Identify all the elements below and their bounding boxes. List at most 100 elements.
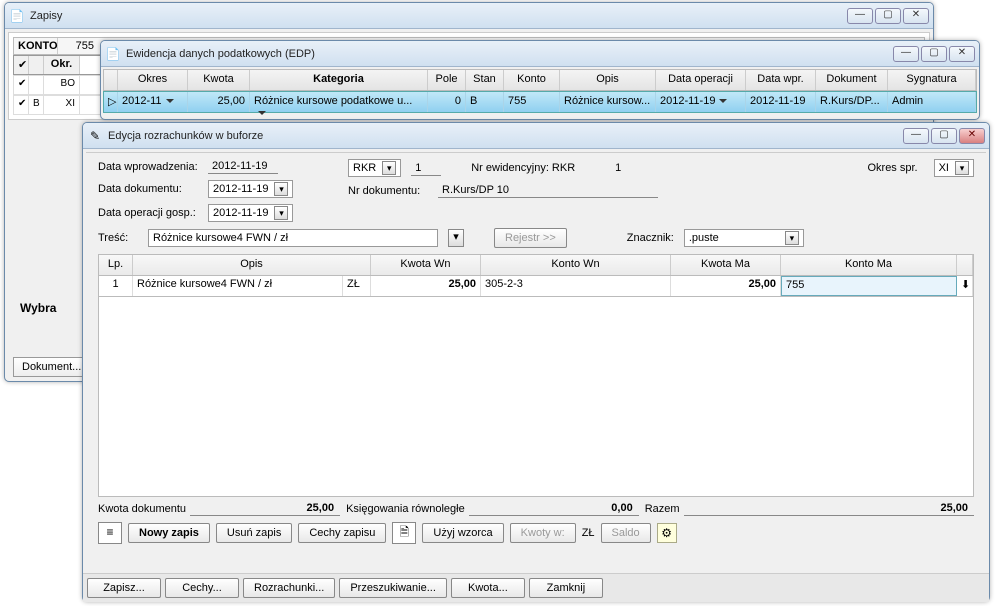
znacznik-label: Znacznik:	[627, 232, 674, 244]
rkr-combo[interactable]: RKR▾	[348, 159, 401, 177]
col-pole[interactable]: Pole	[428, 70, 466, 90]
col-stan[interactable]: Stan	[466, 70, 504, 90]
col-opis[interactable]: Opis	[133, 255, 371, 275]
data-dok-label: Data dokumentu:	[98, 183, 208, 195]
col-kwota-wn[interactable]: Kwota Wn	[371, 255, 481, 275]
rejestr-button[interactable]: Rejestr >>	[494, 228, 567, 248]
maximize-button[interactable]: ▢	[875, 8, 901, 24]
zapisz-button[interactable]: Zapisz...	[87, 578, 161, 598]
wybra-label: Wybra	[20, 301, 56, 315]
col-data-wpr[interactable]: Data wpr.	[746, 70, 816, 90]
close-button[interactable]: ✕	[959, 128, 985, 144]
chevron-down-icon[interactable]: ▾	[955, 161, 969, 175]
uzyj-wzorca-button[interactable]: Użyj wzorca	[422, 523, 503, 543]
edp-title: Ewidencja danych podatkowych (EDP)	[126, 48, 893, 60]
col-check[interactable]: ✔	[14, 56, 29, 74]
maximize-button[interactable]: ▢	[931, 128, 957, 144]
nr-dok-label: Nr dokumentu:	[348, 185, 428, 197]
okres-spr-combo[interactable]: XI▾	[934, 159, 974, 177]
col-data-op[interactable]: Data operacji	[656, 70, 746, 90]
chevron-down-icon[interactable]: ▾	[382, 161, 396, 175]
data-dok-combo[interactable]: 2012-11-19▾	[208, 180, 293, 198]
kwoty-w-button[interactable]: Kwoty w:	[510, 523, 576, 543]
menu-icon[interactable]: ≡	[98, 522, 122, 544]
minimize-button[interactable]: —	[847, 8, 873, 24]
konto-value: 755	[58, 38, 98, 54]
razem-label: Razem	[645, 503, 680, 515]
doc-icon[interactable]: 🗎	[392, 522, 416, 544]
chevron-down-icon[interactable]: ▾	[274, 206, 288, 220]
close-button[interactable]: ✕	[903, 8, 929, 24]
edp-data-row[interactable]: ▷ 2012-11 25,00 Różnice kursowe podatkow…	[103, 91, 977, 113]
dropdown-arrow-icon[interactable]	[258, 111, 266, 115]
erb-toolbar: ≡ Nowy zapis Usuń zapis Cechy zapisu 🗎 U…	[98, 522, 974, 544]
col-opis[interactable]: Opis	[560, 70, 656, 90]
cechy-button[interactable]: Cechy...	[165, 578, 239, 598]
usun-zapis-button[interactable]: Usuń zapis	[216, 523, 292, 543]
erb-bottom-bar: Zapisz... Cechy... Rozrachunki... Przesz…	[83, 573, 989, 602]
okres-spr-label: Okres spr.	[867, 162, 917, 174]
data-op-combo[interactable]: 2012-11-19▾	[208, 204, 293, 222]
col-dokument[interactable]: Dokument	[816, 70, 888, 90]
row-arrow-icon[interactable]: ⬇	[957, 276, 973, 296]
chevron-down-icon[interactable]: ▾	[785, 231, 799, 245]
przeszukiwanie-button[interactable]: Przeszukiwanie...	[339, 578, 447, 598]
nowy-zapis-button[interactable]: Nowy zapis	[128, 523, 210, 543]
cechy-zapisu-button[interactable]: Cechy zapisu	[298, 523, 386, 543]
col-konto[interactable]: Konto	[504, 70, 560, 90]
erb-window: ✎ Edycja rozrachunków w buforze — ▢ ✕ Da…	[82, 122, 990, 602]
window-icon: 📄	[105, 46, 121, 62]
maximize-button[interactable]: ▢	[921, 46, 947, 62]
saldo-button[interactable]: Saldo	[601, 523, 651, 543]
tresc-input[interactable]: Różnice kursowe4 FWN / zł	[148, 229, 438, 247]
chevron-down-icon[interactable]: ▾	[448, 229, 464, 247]
data-wpr-value: 2012-11-19	[208, 159, 278, 174]
kwota-button[interactable]: Kwota...	[451, 578, 525, 598]
data-op-label: Data operacji gosp.:	[98, 207, 208, 219]
pencil-icon: ✎	[87, 128, 103, 144]
edp-table-header: Okres Kwota Kategoria Pole Stan Konto Op…	[103, 69, 977, 91]
col-kategoria[interactable]: Kategoria	[250, 70, 428, 90]
nr-ew-num: 1	[615, 162, 621, 174]
rozrachunki-button[interactable]: Rozrachunki...	[243, 578, 335, 598]
col-kwota-ma[interactable]: Kwota Ma	[671, 255, 781, 275]
close-button[interactable]: ✕	[949, 46, 975, 62]
kwota-dok-label: Kwota dokumentu	[98, 503, 186, 515]
dropdown-arrow-icon[interactable]	[719, 99, 727, 103]
dropdown-arrow-icon[interactable]	[166, 99, 174, 103]
gear-icon[interactable]: ⚙	[657, 523, 677, 543]
window-icon: 📄	[9, 8, 25, 24]
col-konto-ma[interactable]: Konto Ma	[781, 255, 957, 275]
grid-data-row[interactable]: 1 Różnice kursowe4 FWN / zł ZŁ 25,00 305…	[98, 276, 974, 297]
zamknij-button[interactable]: Zamknij	[529, 578, 603, 598]
col-okr[interactable]: Okr.	[44, 56, 80, 74]
chevron-down-icon[interactable]: ▾	[274, 182, 288, 196]
zapisy-titlebar[interactable]: 📄 Zapisy — ▢ ✕	[5, 3, 933, 29]
ksieg-label: Księgowania równoległe	[346, 503, 465, 515]
col-konto-wn[interactable]: Konto Wn	[481, 255, 671, 275]
kwota-dok-value: 25,00	[190, 501, 340, 516]
razem-value: 25,00	[684, 501, 974, 516]
dokument-button[interactable]: Dokument...	[13, 357, 90, 377]
erb-titlebar[interactable]: ✎ Edycja rozrachunków w buforze — ▢ ✕	[83, 123, 989, 149]
col-kwota[interactable]: Kwota	[188, 70, 250, 90]
zl-label: ZŁ	[582, 527, 595, 539]
col-okres[interactable]: Okres	[118, 70, 188, 90]
data-wpr-label: Data wprowadzenia:	[98, 161, 208, 173]
nr-ew-label: Nr ewidencyjny: RKR	[471, 162, 575, 174]
erb-title: Edycja rozrachunków w buforze	[108, 130, 903, 142]
edp-window: 📄 Ewidencja danych podatkowych (EDP) — ▢…	[100, 40, 980, 120]
footer-totals: Kwota dokumentu 25,00 Księgowania równol…	[98, 501, 974, 516]
minimize-button[interactable]: —	[903, 128, 929, 144]
nr-dok-value: R.Kurs/DP 10	[438, 183, 658, 198]
znacznik-combo[interactable]: .puste▾	[684, 229, 804, 247]
zapisy-title: Zapisy	[30, 10, 847, 22]
konto-ma-cell-editing[interactable]: 755	[781, 276, 957, 296]
col-lp[interactable]: Lp.	[99, 255, 133, 275]
minimize-button[interactable]: —	[893, 46, 919, 62]
edp-titlebar[interactable]: 📄 Ewidencja danych podatkowych (EDP) — ▢…	[101, 41, 979, 67]
col-sygnatura[interactable]: Sygnatura	[888, 70, 976, 90]
ksieg-value: 0,00	[469, 501, 639, 516]
grid-empty-area	[98, 297, 974, 497]
tresc-label: Treść:	[98, 232, 138, 244]
